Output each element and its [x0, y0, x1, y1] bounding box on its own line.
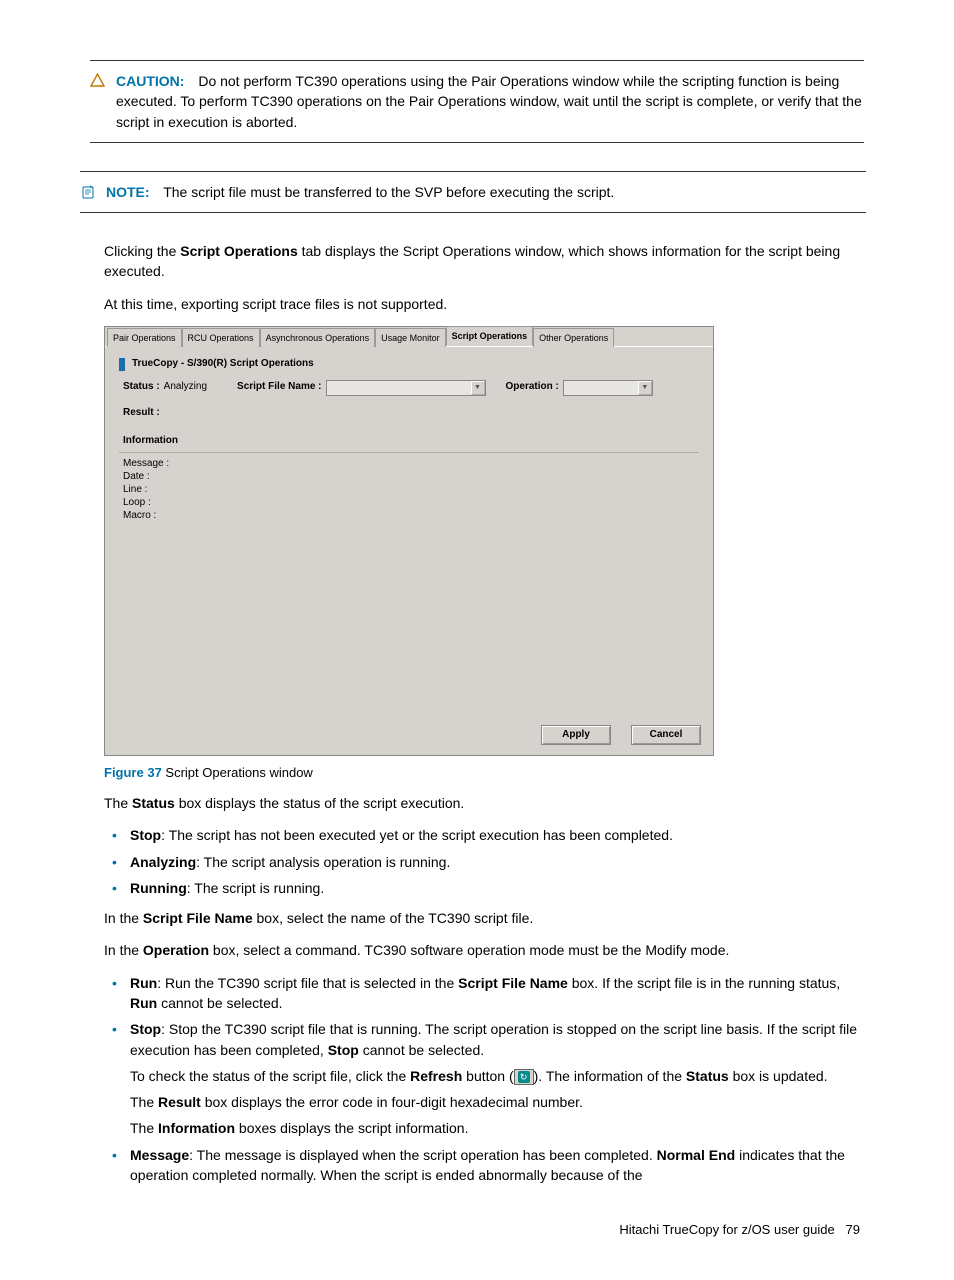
- divider: [119, 452, 699, 453]
- note-icon: [80, 182, 106, 200]
- script-file-label: Script File Name :: [237, 380, 321, 395]
- script-operations-window: Pair Operations RCU Operations Asynchron…: [104, 326, 714, 756]
- tab-script-operations[interactable]: Script Operations: [446, 326, 534, 346]
- status-label: Status :: [123, 380, 160, 395]
- info-block: Message : Date : Line : Loop : Macro :: [123, 457, 713, 522]
- caution-text: Do not perform TC390 operations using th…: [116, 73, 862, 130]
- tab-pair-operations[interactable]: Pair Operations: [107, 328, 182, 347]
- figure-caption: Figure 37 Script Operations window: [104, 764, 864, 783]
- date-label: Date :: [123, 470, 713, 483]
- caution-callout: CAUTION: Do not perform TC390 operations…: [90, 60, 864, 143]
- chevron-down-icon: ▼: [471, 381, 485, 395]
- apply-button[interactable]: Apply: [541, 725, 611, 745]
- refresh-desc: To check the status of the script file, …: [130, 1066, 864, 1086]
- loop-label: Loop :: [123, 496, 713, 509]
- list-item: Running: The script is running.: [104, 878, 864, 898]
- list-item: Stop: Stop the TC390 script file that is…: [104, 1019, 864, 1138]
- information-label: Information: [123, 434, 713, 449]
- list-item: Stop: The script has not been executed y…: [104, 825, 864, 845]
- caution-icon: [90, 71, 116, 87]
- tab-row: Pair Operations RCU Operations Asynchron…: [105, 327, 713, 347]
- line-label: Line :: [123, 483, 713, 496]
- cancel-button[interactable]: Cancel: [631, 725, 701, 745]
- list-item: Message: The message is displayed when t…: [104, 1145, 864, 1186]
- page-footer: Hitachi TrueCopy for z/OS user guide 79: [90, 1221, 864, 1240]
- tab-other-operations[interactable]: Other Operations: [533, 328, 614, 347]
- information-desc: The Information boxes displays the scrip…: [130, 1118, 864, 1138]
- macro-label: Macro :: [123, 509, 713, 522]
- title-marker: [119, 358, 125, 371]
- tab-async-operations[interactable]: Asynchronous Operations: [260, 328, 376, 347]
- operation-label: Operation :: [506, 380, 559, 395]
- note-label: NOTE:: [106, 184, 150, 200]
- panel-title: TrueCopy - S/390(R) Script Operations: [132, 357, 314, 372]
- note-callout: NOTE: The script file must be transferre…: [80, 171, 866, 213]
- result-label: Result :: [123, 406, 713, 421]
- script-file-dropdown[interactable]: ▼: [326, 380, 486, 396]
- list-item: Analyzing: The script analysis operation…: [104, 852, 864, 872]
- operation-list: Run: Run the TC390 script file that is s…: [104, 973, 864, 1186]
- result-desc: The Result box displays the error code i…: [130, 1092, 864, 1112]
- operation-desc: In the Operation box, select a command. …: [104, 940, 864, 960]
- figure-37: Pair Operations RCU Operations Asynchron…: [104, 326, 864, 783]
- refresh-icon: ↻: [514, 1069, 534, 1085]
- caution-label: CAUTION:: [116, 73, 184, 89]
- status-value: Analyzing: [164, 380, 207, 395]
- operation-dropdown[interactable]: ▼: [563, 380, 653, 396]
- list-item: Run: Run the TC390 script file that is s…: [104, 973, 864, 1014]
- tab-rcu-operations[interactable]: RCU Operations: [182, 328, 260, 347]
- note-text: The script file must be transferred to t…: [163, 184, 614, 200]
- message-label: Message :: [123, 457, 713, 470]
- intro-p2: At this time, exporting script trace fil…: [104, 294, 864, 314]
- chevron-down-icon: ▼: [638, 381, 652, 395]
- intro-p1: Clicking the Script Operations tab displ…: [104, 241, 864, 282]
- status-desc: The Status box displays the status of th…: [104, 793, 864, 813]
- script-file-desc: In the Script File Name box, select the …: [104, 908, 864, 928]
- tab-usage-monitor[interactable]: Usage Monitor: [375, 328, 446, 347]
- status-list: Stop: The script has not been executed y…: [104, 825, 864, 898]
